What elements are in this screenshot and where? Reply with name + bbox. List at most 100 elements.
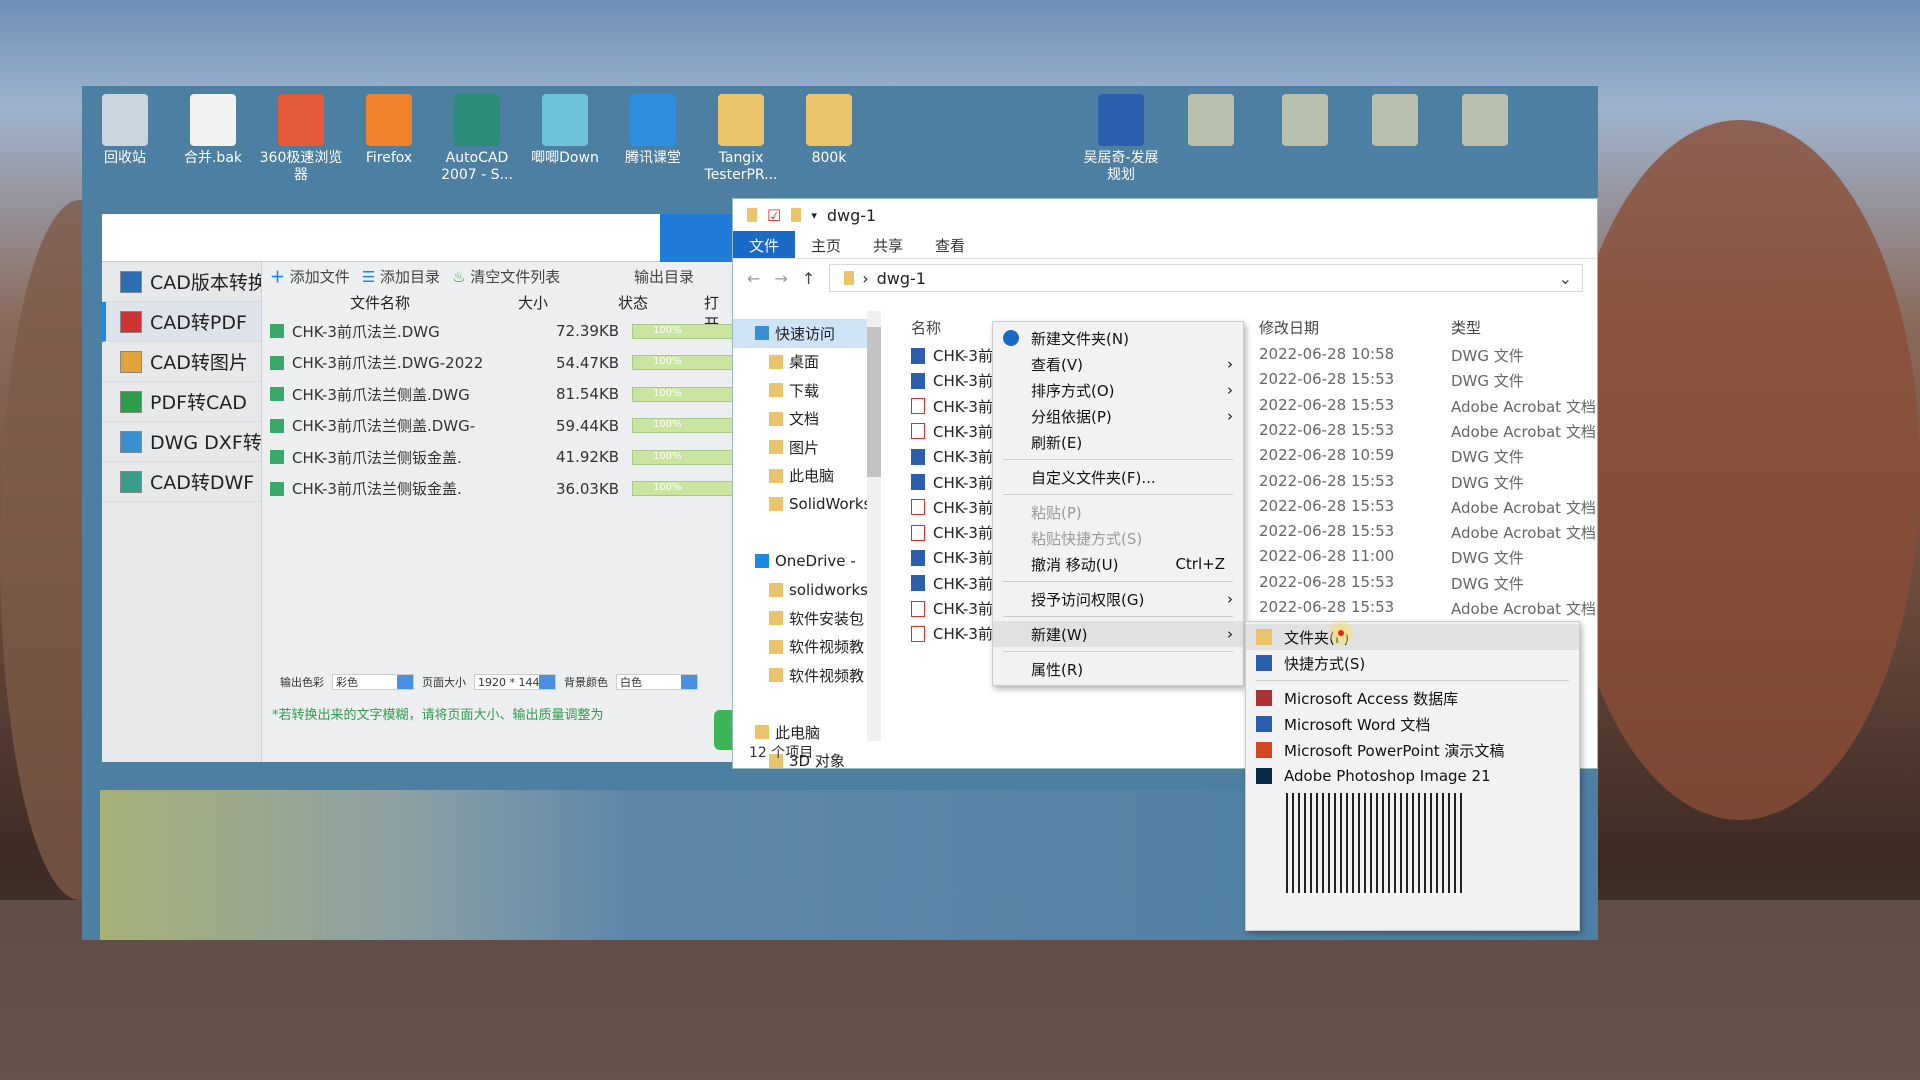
file-row[interactable]: CHK-3前 [911, 396, 993, 417]
menu-item[interactable]: 分组依据(P) › [993, 403, 1243, 429]
nav-item[interactable]: 桌面 [733, 348, 881, 377]
file-row[interactable]: CHK-3前 [911, 421, 993, 442]
nav-item[interactable]: 下载 [733, 376, 881, 405]
menu-item[interactable]: 自定义文件夹(F)... [993, 464, 1243, 490]
nav-item[interactable]: 软件视频教 [733, 633, 881, 662]
nav-item[interactable]: 文档 [733, 405, 881, 434]
file-row[interactable]: CHK-3前 [911, 623, 993, 644]
nav-item[interactable]: 此电脑 [733, 462, 881, 491]
bg-color-select[interactable]: 白色 [616, 674, 698, 690]
menu-item[interactable]: 快捷方式(S) [1246, 650, 1579, 676]
file-row[interactable]: CHK-3前 [911, 598, 993, 619]
col-date[interactable]: 修改日期 [1259, 317, 1319, 338]
menu-item[interactable]: 新建(W) › [993, 621, 1243, 647]
header-button[interactable] [660, 214, 732, 262]
customize-toolbar-icon[interactable]: ▾ [811, 209, 817, 222]
file-details: 2022-06-28 15:53 Adobe Acrobat 文档 [1259, 396, 1596, 417]
desktop-icon[interactable]: 合并.bak [170, 94, 256, 167]
sidebar-item[interactable]: PDF转CAD [102, 382, 261, 422]
nav-item[interactable]: 软件安装包 [733, 604, 881, 633]
menu-item[interactable]: 新建文件夹(N) [993, 325, 1243, 351]
file-row[interactable]: CHK-3前爪法兰.DWG-2022 54.47KB 100% [270, 351, 784, 375]
color-select[interactable]: 彩色 [332, 674, 414, 690]
col-name[interactable]: 名称 [911, 317, 941, 338]
back-icon[interactable]: ← [747, 269, 760, 288]
nav-item[interactable]: 图片 [733, 433, 881, 462]
menu-item[interactable]: Microsoft PowerPoint 演示文稿 [1246, 737, 1579, 763]
menu-item[interactable]: Adobe Photoshop Image 21 [1246, 763, 1579, 789]
ribbon-tab[interactable]: 文件 [733, 231, 796, 258]
page-size-select[interactable]: 1920 * 1440 [474, 674, 556, 690]
file-row[interactable]: CHK-3前 [911, 573, 993, 594]
sidebar-item[interactable]: DWG DXF转换 [102, 422, 261, 462]
menu-item[interactable]: 属性(R) [993, 656, 1243, 682]
chevron-down-icon[interactable]: ⌄ [1559, 269, 1572, 288]
menu-item[interactable]: 粘贴快捷方式(S) [993, 525, 1243, 551]
file-row[interactable]: CHK-3前爪法兰侧钣金盖. 41.92KB 100% [270, 445, 784, 469]
nav-item[interactable]: SolidWorks [733, 490, 881, 519]
forward-icon[interactable]: → [774, 269, 787, 288]
file-row[interactable]: CHK-3前 [911, 472, 993, 493]
ribbon-tab[interactable]: 查看 [919, 231, 981, 258]
properties-icon[interactable]: ☑ [767, 206, 781, 225]
desktop-icon[interactable] [1352, 94, 1438, 150]
nav-scrollbar[interactable] [867, 311, 881, 741]
nav-item[interactable]: 软件视频教 [733, 661, 881, 690]
up-icon[interactable]: ↑ [802, 269, 815, 288]
nav-item[interactable]: solidworks [733, 576, 881, 605]
file-row[interactable]: CHK-3前爪法兰侧盖.DWG- 59.44KB 100% [270, 414, 784, 438]
nav-item[interactable]: OneDrive - [733, 547, 881, 576]
desktop-icon[interactable] [1168, 94, 1254, 150]
nav-item[interactable]: 快速访问 [733, 319, 881, 348]
convert-button[interactable] [714, 710, 732, 750]
add-file-button[interactable]: ＋ 添加文件 [270, 266, 350, 287]
desktop-icon[interactable]: Tangix TesterPR... [698, 94, 784, 184]
sidebar-item[interactable]: CAD转图片 [102, 342, 261, 382]
col-type[interactable]: 类型 [1451, 317, 1481, 338]
clear-list-label: 清空文件列表 [470, 268, 561, 286]
output-dir-label[interactable]: 输出目录 [634, 266, 694, 287]
desktop-icon[interactable]: AutoCAD 2007 - S... [434, 94, 520, 184]
menu-item[interactable]: 查看(V) › [993, 351, 1243, 377]
menu-item[interactable]: 排序方式(O) › [993, 377, 1243, 403]
ribbon-tab[interactable]: 主页 [795, 231, 857, 258]
desktop-icon[interactable]: 吴居奇-发展规划 [1078, 94, 1164, 184]
file-row[interactable]: CHK-3前爪法兰.DWG 72.39KB 100% [270, 319, 784, 343]
file-row[interactable]: CHK-3前 [911, 497, 993, 518]
sidebar-item[interactable]: CAD转DWF [102, 462, 261, 502]
file-name: CHK-3前 [933, 422, 993, 441]
desktop-icon[interactable] [1262, 94, 1348, 150]
menu-item[interactable]: 撤消 移动(U) Ctrl+Z [993, 551, 1243, 577]
menu-item[interactable]: Microsoft Word 文档 [1246, 711, 1579, 737]
menu-item-label: 属性(R) [1031, 660, 1084, 679]
desktop-icon[interactable]: 唧唧Down [522, 94, 608, 167]
sidebar-item[interactable]: CAD版本转换 [102, 262, 261, 302]
menu-item[interactable]: 刷新(E) [993, 429, 1243, 455]
add-dir-button[interactable]: ☰ 添加目录 [362, 266, 440, 287]
nav-label: 此电脑 [789, 467, 835, 486]
menu-item[interactable]: 粘贴(P) [993, 499, 1243, 525]
new-folder-icon[interactable] [791, 208, 802, 222]
address-bar[interactable]: › dwg-1 ⌄ [829, 264, 1583, 292]
desktop-icon[interactable]: 回收站 [82, 94, 168, 167]
file-row[interactable]: CHK-3前 [911, 446, 993, 467]
file-row[interactable]: CHK-3前 [911, 522, 993, 543]
nav-item [733, 690, 881, 719]
file-name: CHK-3前 [933, 524, 993, 543]
file-row[interactable]: CHK-3前爪法兰侧盖.DWG 81.54KB 100% [270, 382, 784, 406]
desktop-icon[interactable]: 800k [786, 94, 872, 167]
file-row[interactable]: CHK-3前 [911, 370, 993, 391]
clear-list-button[interactable]: ♨ 清空文件列表 [452, 266, 560, 287]
ribbon-tab[interactable]: 共享 [857, 231, 919, 258]
desktop-icon[interactable]: 腾讯课堂 [610, 94, 696, 167]
file-row[interactable]: CHK-3前爪法兰侧钣金盖. 36.03KB 100% [270, 477, 784, 501]
menu-item[interactable]: 文件夹(F) [1246, 624, 1579, 650]
desktop-icon[interactable]: Firefox [346, 94, 432, 167]
desktop-icon[interactable]: 360极速浏览器 [258, 94, 344, 184]
menu-item[interactable]: 授予访问权限(G) › [993, 586, 1243, 612]
menu-item[interactable]: Microsoft Access 数据库 [1246, 685, 1579, 711]
desktop-icon[interactable] [1442, 94, 1528, 150]
file-row[interactable]: CHK-3前 [911, 547, 993, 568]
file-row[interactable]: CHK-3前 [911, 345, 993, 366]
sidebar-item[interactable]: CAD转PDF [102, 302, 261, 342]
